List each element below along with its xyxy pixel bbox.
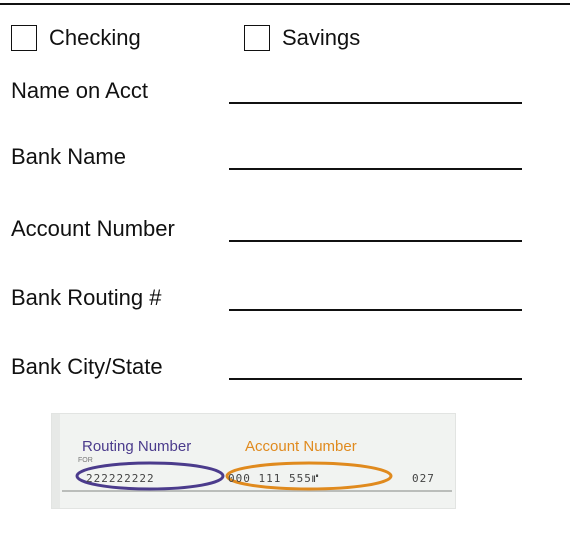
- savings-checkbox[interactable]: [244, 25, 270, 51]
- check-edge: [52, 414, 60, 508]
- name-on-account-label: Name on Acct: [11, 78, 148, 103]
- bank-name-input-line[interactable]: [229, 168, 522, 170]
- bank-name-field: Bank Name: [11, 144, 523, 174]
- top-divider: [0, 3, 570, 5]
- savings-label: Savings: [282, 25, 361, 50]
- micr-check-digits: 027: [412, 472, 435, 485]
- section-top-border: [0, 0, 570, 12]
- name-on-account-input-line[interactable]: [229, 102, 522, 104]
- micr-routing-digits: 222222222: [86, 472, 155, 485]
- bank-routing-label: Bank Routing #: [11, 285, 162, 310]
- account-number-caption: Account Number: [245, 438, 357, 455]
- check-example-image: Routing Number Account Number FOR 222222…: [51, 413, 456, 509]
- bank-routing-field: Bank Routing #: [11, 285, 523, 315]
- savings-option[interactable]: Savings: [244, 25, 360, 51]
- name-on-account-field: Name on Acct: [11, 78, 523, 108]
- account-number-field: Account Number: [11, 216, 523, 246]
- bank-routing-input-line[interactable]: [229, 309, 522, 311]
- checking-label: Checking: [49, 25, 141, 50]
- bank-name-label: Bank Name: [11, 144, 126, 169]
- routing-number-caption: Routing Number: [82, 438, 192, 455]
- account-number-label: Account Number: [11, 216, 175, 241]
- account-number-input-line[interactable]: [229, 240, 522, 242]
- bank-city-state-field: Bank City/State: [11, 354, 523, 384]
- micr-account-digits: 000 111 555⑈: [228, 472, 320, 485]
- bank-city-state-label: Bank City/State: [11, 354, 163, 379]
- checking-checkbox[interactable]: [11, 25, 37, 51]
- checking-option[interactable]: Checking: [11, 25, 141, 51]
- bank-city-state-input-line[interactable]: [229, 378, 522, 380]
